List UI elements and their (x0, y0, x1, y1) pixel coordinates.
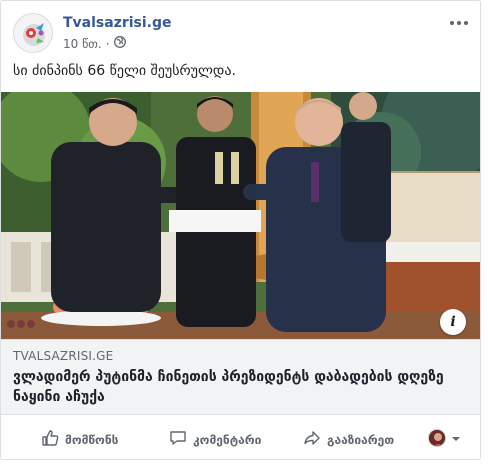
share-label: გააზიარეთ (327, 432, 395, 447)
post-card: Tvalsazrisi.ge 10 წთ. · სი ძინპინს 66 წე… (0, 0, 481, 460)
caret-down-icon (451, 428, 461, 447)
info-icon[interactable]: i (440, 309, 466, 335)
comment-button[interactable]: კომენტარი (169, 429, 261, 450)
share-icon (303, 429, 321, 450)
page-avatar[interactable] (13, 13, 53, 53)
more-options-icon[interactable] (445, 13, 473, 33)
thumbs-up-icon (41, 429, 59, 450)
comment-label: კომენტარი (193, 432, 262, 447)
meta-separator: · (105, 36, 110, 51)
share-button[interactable]: გააზიარეთ (303, 429, 394, 450)
post-time[interactable]: 10 წთ. (63, 37, 102, 51)
link-preview[interactable]: TVALSAZRISI.GE ვლადიმერ პუტინმა ჩინეთის … (1, 339, 480, 415)
page-name[interactable]: Tvalsazrisi.ge (63, 15, 172, 31)
action-bar: მომწონს კომენტარი გააზიარეთ (1, 417, 480, 459)
comment-icon (169, 429, 187, 450)
like-button[interactable]: მომწონს (41, 429, 118, 450)
link-domain: TVALSAZRISI.GE (13, 349, 114, 363)
audience-selector[interactable] (428, 428, 461, 447)
post-photo[interactable]: i (1, 92, 480, 339)
post-meta: 10 წთ. · (63, 36, 126, 51)
avatar (428, 428, 446, 447)
like-label: მომწონს (65, 432, 119, 447)
globe-icon[interactable] (113, 36, 126, 51)
link-headline[interactable]: ვლადიმერ პუტინმა ჩინეთის პრეზიდენტს დაბა… (13, 367, 469, 407)
post-text: სი ძინპინს 66 წელი შეუსრულდა. (13, 63, 236, 79)
post-header: Tvalsazrisi.ge 10 წთ. · (13, 13, 473, 57)
